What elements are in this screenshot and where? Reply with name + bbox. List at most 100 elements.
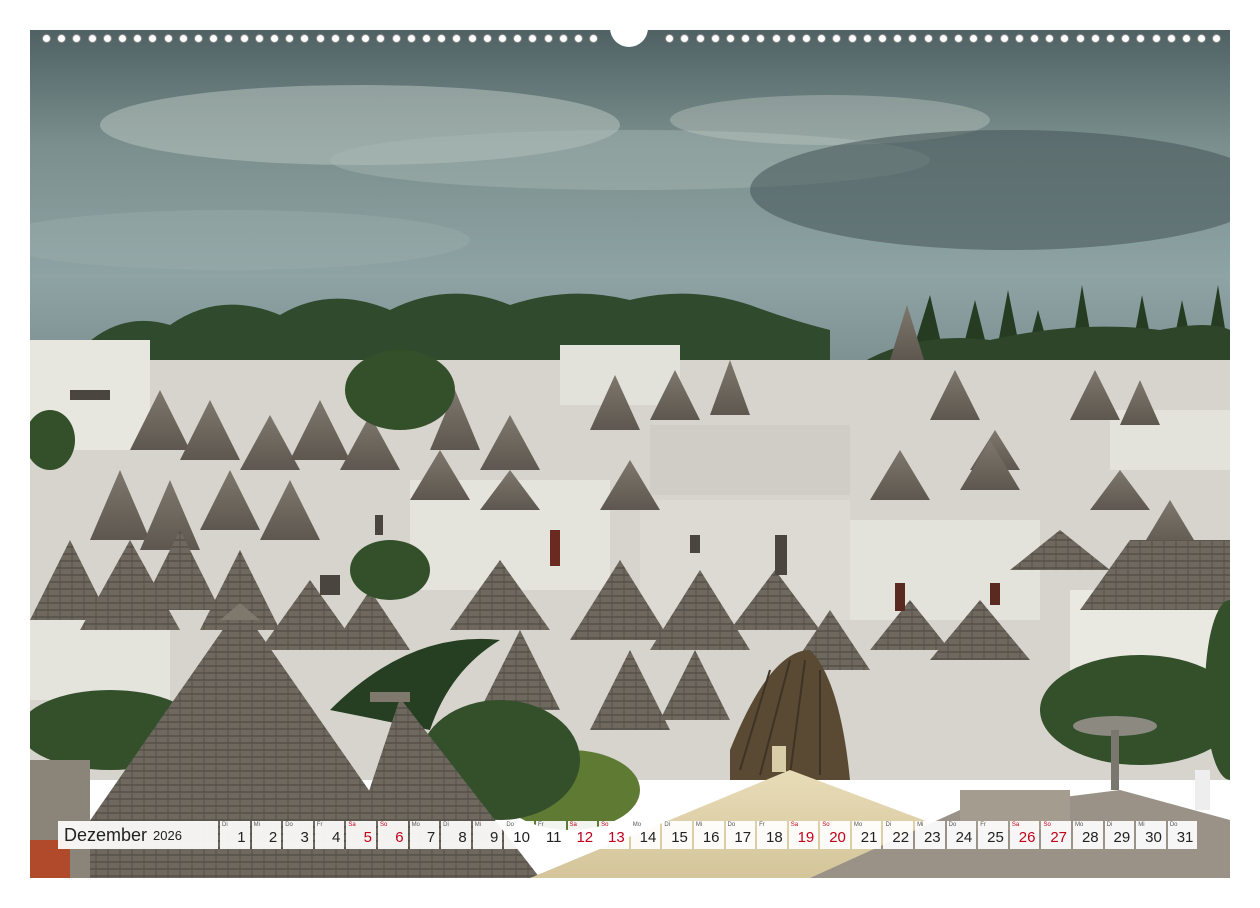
binding-hole	[862, 34, 872, 43]
day-number: 23	[923, 829, 941, 846]
weekday-label: Di	[443, 822, 449, 828]
day-number: 28	[1081, 829, 1099, 846]
binding-hole	[102, 34, 112, 43]
day-number: 25	[987, 829, 1004, 846]
binding-hole	[954, 34, 963, 43]
binding-hole	[148, 34, 158, 43]
day-number: 18	[766, 829, 783, 846]
weekday-label: Mo	[411, 822, 420, 828]
day-number: 3	[300, 829, 309, 846]
binding-hole	[285, 34, 295, 43]
binding-hole	[72, 34, 82, 43]
binding-hole	[1075, 34, 1085, 43]
day-number: 26	[1018, 829, 1036, 846]
wire-binding	[30, 28, 1230, 48]
binding-hole	[209, 34, 219, 43]
weekday-label: Mi	[1138, 822, 1145, 828]
binding-hole	[87, 34, 97, 43]
binding-hole	[984, 34, 994, 43]
calendar-day: Mo 28	[1073, 821, 1103, 849]
day-number: 30	[1145, 829, 1162, 846]
binding-hole	[1045, 34, 1055, 43]
binding-hole	[999, 34, 1009, 43]
binding-hole	[482, 34, 492, 43]
weekday-label: Fr	[759, 822, 765, 828]
calendar-day: So 27	[1041, 821, 1072, 849]
binding-hole	[467, 34, 477, 43]
day-number: 11	[545, 829, 562, 846]
weekday-label: Do	[285, 822, 293, 828]
binding-hole	[1166, 34, 1176, 43]
binding-hole	[1151, 34, 1161, 43]
weekday-label: Sa	[790, 822, 799, 828]
binding-hole	[558, 34, 568, 43]
binding-hole	[178, 34, 188, 43]
calendar-day: Di 1	[220, 821, 250, 849]
binding-hole	[361, 34, 371, 43]
binding-hole	[452, 34, 462, 43]
day-number: 1	[237, 829, 246, 846]
weekday-label: Sa	[348, 822, 356, 828]
binding-hole	[498, 34, 507, 43]
weekday-label: Mi	[917, 822, 924, 828]
weekday-label: So	[601, 822, 609, 828]
weekday-label: Di	[1106, 822, 1113, 828]
binding-hole	[1136, 34, 1146, 43]
day-number: 9	[490, 829, 499, 846]
calendar-day: Mi 23	[915, 821, 945, 849]
binding-hole	[254, 34, 264, 43]
day-number: 14	[639, 829, 657, 846]
calendar-day: Fr 4	[314, 821, 345, 849]
binding-hole	[1030, 34, 1039, 43]
weekday-label: Sa	[569, 822, 577, 828]
weekday-label: Di	[222, 822, 228, 828]
weekday-label: Mo	[1075, 822, 1084, 828]
binding-hole	[969, 34, 979, 43]
binding-hole	[346, 34, 355, 43]
binding-hole	[741, 34, 751, 43]
day-number: 7	[426, 829, 436, 846]
binding-hole	[270, 34, 279, 43]
binding-hole	[695, 34, 705, 43]
binding-hole	[574, 34, 583, 43]
binding-hole	[589, 34, 599, 43]
binding-hole	[726, 34, 735, 43]
binding-hole	[1197, 34, 1207, 43]
calendar-day: So 13	[599, 821, 629, 849]
binding-hole	[163, 34, 173, 43]
weekday-label: So	[379, 822, 388, 828]
calendar-day: Mi 2	[251, 821, 282, 849]
calendar-day: Mo 21	[851, 821, 882, 849]
day-number: 15	[671, 829, 688, 846]
weekday-label: Do	[727, 822, 736, 828]
binding-hole	[513, 34, 523, 43]
weekday-label: Mi	[474, 822, 482, 828]
calendar-day: Mo 7	[409, 821, 440, 849]
calendar-day: Mo 14	[630, 821, 661, 849]
binding-hole	[908, 34, 918, 43]
binding-hole	[300, 34, 310, 43]
weekday-label: Di	[885, 822, 892, 828]
binding-hole	[878, 34, 887, 43]
calendar-day: So 20	[820, 821, 850, 849]
trulli-rooftops-photo	[30, 30, 1230, 878]
weekday-label: Mi	[253, 822, 260, 828]
calendar-day: Do 3	[283, 821, 313, 849]
binding-hole	[528, 34, 538, 43]
binding-hole	[239, 34, 249, 43]
binding-hole	[832, 34, 842, 43]
calendar-day: Di 8	[441, 821, 471, 849]
binding-hole	[42, 34, 51, 43]
binding-hole	[756, 34, 766, 43]
binding-hole	[710, 34, 720, 43]
weekday-label: Mi	[695, 822, 703, 828]
month-label: Dezember 2026	[58, 821, 218, 849]
month-year: 2026	[153, 827, 182, 843]
binding-hole	[194, 34, 203, 43]
day-number: 21	[860, 829, 878, 846]
binding-hole	[330, 34, 340, 43]
day-number: 24	[955, 829, 973, 846]
calendar-day: Sa 5	[346, 821, 376, 849]
month-name: Dezember	[64, 824, 148, 845]
day-number: 8	[458, 829, 467, 846]
